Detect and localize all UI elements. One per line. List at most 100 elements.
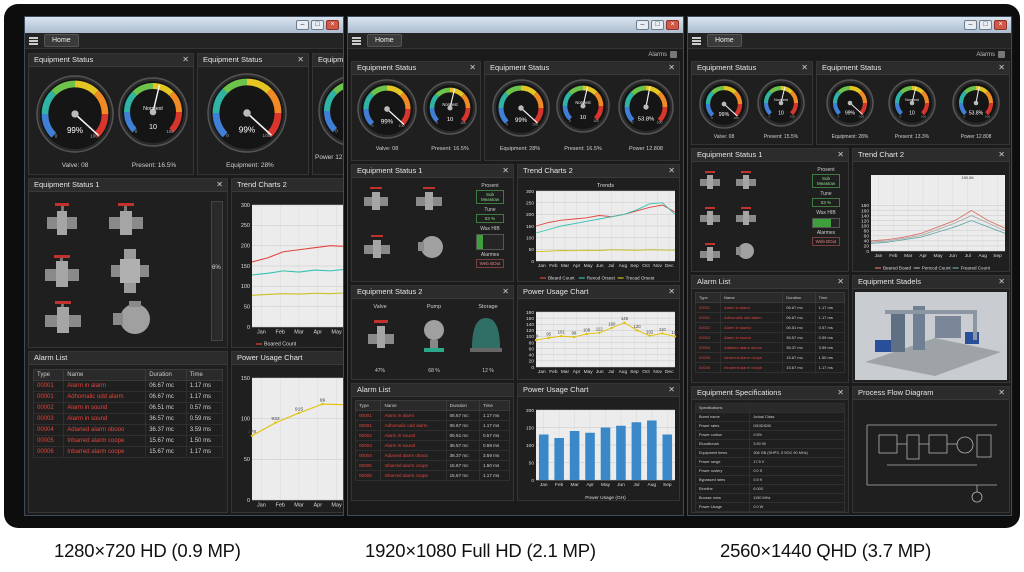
column-header[interactable]: Name (720, 292, 784, 303)
close-icon[interactable]: ✕ (998, 149, 1005, 161)
x-tick-label: Aug (619, 369, 628, 375)
alarms-toggle[interactable]: Alarms (976, 51, 1005, 58)
caption-fhd: 1920×1080 Full HD (2.1 MP) (365, 540, 596, 561)
table-row[interactable]: 00006 Inbarred alarm coope 15.67 mc 1.17 ms (32, 446, 224, 458)
table-row[interactable]: 00006 Inbarred alarm coope 15.67 mc 1.17 ms (354, 470, 511, 481)
table-cell: Adianed alarm obooo (380, 450, 447, 461)
column-header[interactable]: Name (380, 400, 447, 411)
column-header[interactable]: Duration (445, 400, 480, 411)
table-row[interactable]: 00001 Alarm in alarm 06.67 mc 1.17 ms (32, 380, 224, 392)
gauge-value: 99% (381, 119, 394, 126)
table-row[interactable]: 00006 Inbarred alarm coope 15.67 mc 1.17 ms (694, 362, 846, 373)
maximize-button[interactable]: □ (311, 20, 324, 30)
menu-icon[interactable] (692, 36, 701, 45)
bar (538, 434, 549, 480)
table-cell: 15.67 mc (782, 362, 816, 373)
table-cell: 1.50 ms (185, 435, 224, 447)
table-row[interactable]: 00001 Adhomalic odd alarm 06.67 mc 1.17 ms (694, 312, 846, 323)
table-row[interactable]: 00001 Alarm in alarm 06.67 mc 1.17 ms (694, 302, 846, 313)
gauge-max-label: 100 (733, 116, 738, 120)
tab-home[interactable]: Home (367, 34, 402, 47)
table-cell: 1.17 ms (478, 420, 511, 431)
x-tick-label: May (933, 253, 943, 259)
table-row[interactable]: 00002 Alarm in sound 06.51 mc 0.57 ms (694, 322, 846, 333)
x-tick-label: Feb (549, 369, 558, 375)
table-cell: 00001 (354, 420, 382, 431)
x-tick-label: Jan (257, 503, 266, 509)
close-icon[interactable]: ✕ (469, 62, 476, 74)
close-icon[interactable]: ✕ (837, 276, 844, 288)
column-header[interactable]: Name (63, 369, 147, 381)
close-button[interactable]: × (666, 20, 679, 30)
close-icon[interactable]: ✕ (502, 165, 509, 177)
legend-label: Beared Board (883, 266, 912, 271)
close-icon[interactable]: ✕ (502, 286, 509, 298)
table-row[interactable]: 00004 Adianed alarm obooo 36.37 mc 3.59 ms (694, 342, 846, 353)
close-icon[interactable]: ✕ (182, 54, 189, 66)
close-button[interactable]: × (994, 20, 1007, 30)
table-row[interactable]: 00003 Alarm in sound 36.57 mc 0.59 ms (354, 440, 511, 451)
y-tick-label: 100 (526, 443, 534, 449)
close-icon[interactable]: ✕ (668, 384, 675, 396)
tab-home[interactable]: Home (44, 34, 79, 47)
close-icon[interactable]: ✕ (668, 286, 675, 298)
x-tick-label: Jul (608, 263, 614, 269)
table-row[interactable]: 00001 Adhomalic odd alarm 06.67 mc 1.17 ms (32, 391, 224, 403)
close-icon[interactable]: ✕ (998, 276, 1005, 288)
y-tick-label: 60 (529, 346, 535, 352)
table-cell: 3.59 ms (185, 424, 224, 436)
maximize-button[interactable]: □ (979, 20, 992, 30)
table-row[interactable]: 00005 Inbarred alarm coope 15.67 mc 1.50 ms (354, 460, 511, 471)
table-row[interactable]: 00003 Alarm in sound 36.57 mc 0.59 ms (32, 413, 224, 425)
column-header[interactable]: Type (354, 400, 382, 411)
column-header[interactable]: Time (185, 369, 224, 381)
scrollbar[interactable] (211, 201, 223, 341)
minimize-button[interactable]: – (636, 20, 649, 30)
data-label: 915 (295, 406, 303, 412)
x-tick-label: Mar (561, 369, 570, 375)
minimize-button[interactable]: – (964, 20, 977, 30)
table-row[interactable]: 00005 Inbarred alarm coope 15.67 mc 1.50 ms (694, 352, 846, 363)
table-row[interactable]: 00003 Alarm in sound 36.57 mc 0.59 ms (694, 332, 846, 343)
table-row[interactable]: 00002 Alarm in sound 06.51 mc 0.57 ms (354, 430, 511, 441)
column-header[interactable]: Type (694, 292, 722, 303)
close-icon[interactable]: ✕ (837, 387, 844, 399)
app-toolbar: Home (348, 33, 683, 49)
alarms-label: Alarms (976, 51, 995, 58)
close-icon[interactable]: ✕ (216, 179, 223, 191)
table-row[interactable]: 00004 Adianed alarm obooo 36.37 mc 3.59 ms (354, 450, 511, 461)
close-icon[interactable]: ✕ (297, 54, 304, 66)
panel-trend-charts-2: Trend Charts 2 ✕ 0 50 100 150 200 250 300 Jan Feb… (517, 164, 680, 282)
menu-icon[interactable] (29, 36, 38, 45)
column-header[interactable]: Duration (145, 369, 187, 381)
close-icon[interactable]: ✕ (668, 165, 675, 177)
alarms-toggle[interactable]: Alarms (648, 51, 677, 58)
table-row[interactable]: 00005 Inbarred alarm coope 15.67 mc 1.50 ms (32, 435, 224, 447)
table-row[interactable]: 00001 Adhomalic odd alarm 06.67 mc 1.17 ms (354, 420, 511, 431)
gauge-value: 99% (239, 126, 255, 135)
status-label: Wax HIB (816, 210, 836, 216)
data-label: 278 (248, 429, 256, 435)
table-cell: 15.67 mc (145, 435, 187, 447)
column-header[interactable]: Time (814, 292, 846, 303)
close-button[interactable]: × (326, 20, 339, 30)
table-cell: 15.67 mc (445, 460, 480, 471)
close-icon[interactable]: ✕ (801, 62, 808, 74)
column-header[interactable]: Duration (782, 292, 816, 303)
close-icon[interactable]: ✕ (837, 149, 844, 161)
minimize-button[interactable]: – (296, 20, 309, 30)
close-icon[interactable]: ✕ (998, 387, 1005, 399)
table-row[interactable]: 00004 Adianed alarm obooo 36.37 mc 3.59 ms (32, 424, 224, 436)
close-icon[interactable]: ✕ (998, 62, 1005, 74)
maximize-button[interactable]: □ (651, 20, 664, 30)
menu-icon[interactable] (352, 36, 361, 45)
tab-home[interactable]: Home (707, 34, 742, 47)
column-header[interactable]: Time (478, 400, 511, 411)
table-row[interactable]: 00002 Alarm in sound 06.51 mc 0.57 ms (32, 402, 224, 414)
table-row[interactable]: 00001 Alarm in alarm 06.67 mc 1.17 ms (354, 410, 511, 421)
close-icon[interactable]: ✕ (668, 62, 675, 74)
table-cell: 06.51 mc (145, 402, 187, 414)
gauge-max-label: 100 (532, 122, 538, 126)
column-header[interactable]: Type (32, 369, 65, 381)
table-cell: 00004 (694, 342, 722, 353)
